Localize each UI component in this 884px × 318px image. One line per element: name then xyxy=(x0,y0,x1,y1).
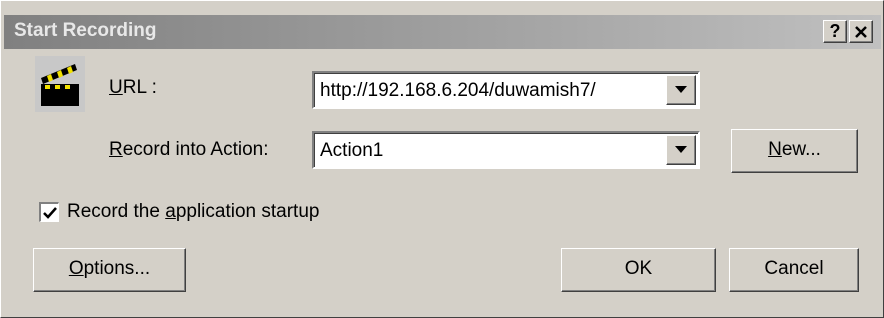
url-combobox[interactable]: http://192.168.6.204/duwamish7/ xyxy=(312,71,700,109)
action-value: Action1 xyxy=(320,140,384,161)
chevron-down-icon xyxy=(675,146,687,153)
start-recording-dialog: Start Recording ? URL : http://192.168.6… xyxy=(0,0,884,318)
record-startup-checkbox[interactable] xyxy=(39,202,59,222)
close-button[interactable] xyxy=(849,20,873,43)
title-bar[interactable]: Start Recording ? xyxy=(4,15,881,49)
action-dropdown-button[interactable] xyxy=(666,135,696,165)
chevron-down-icon xyxy=(675,86,687,93)
ok-button[interactable]: OK xyxy=(561,248,716,292)
url-dropdown-button[interactable] xyxy=(666,75,696,105)
options-button[interactable]: Options... xyxy=(33,248,186,292)
url-value: http://192.168.6.204/duwamish7/ xyxy=(320,80,596,101)
checkmark-icon xyxy=(43,207,57,219)
new-action-button[interactable]: New... xyxy=(731,129,858,173)
close-icon xyxy=(855,26,867,38)
record-startup-label: Record the application startup xyxy=(67,201,320,222)
url-label: URL : xyxy=(109,77,157,98)
help-button[interactable]: ? xyxy=(823,20,847,43)
record-into-action-label: Record into Action: xyxy=(109,139,269,160)
action-combobox[interactable]: Action1 xyxy=(312,131,700,169)
clapperboard-icon xyxy=(35,56,85,112)
cancel-button[interactable]: Cancel xyxy=(729,248,859,292)
dialog-title: Start Recording xyxy=(14,20,157,41)
